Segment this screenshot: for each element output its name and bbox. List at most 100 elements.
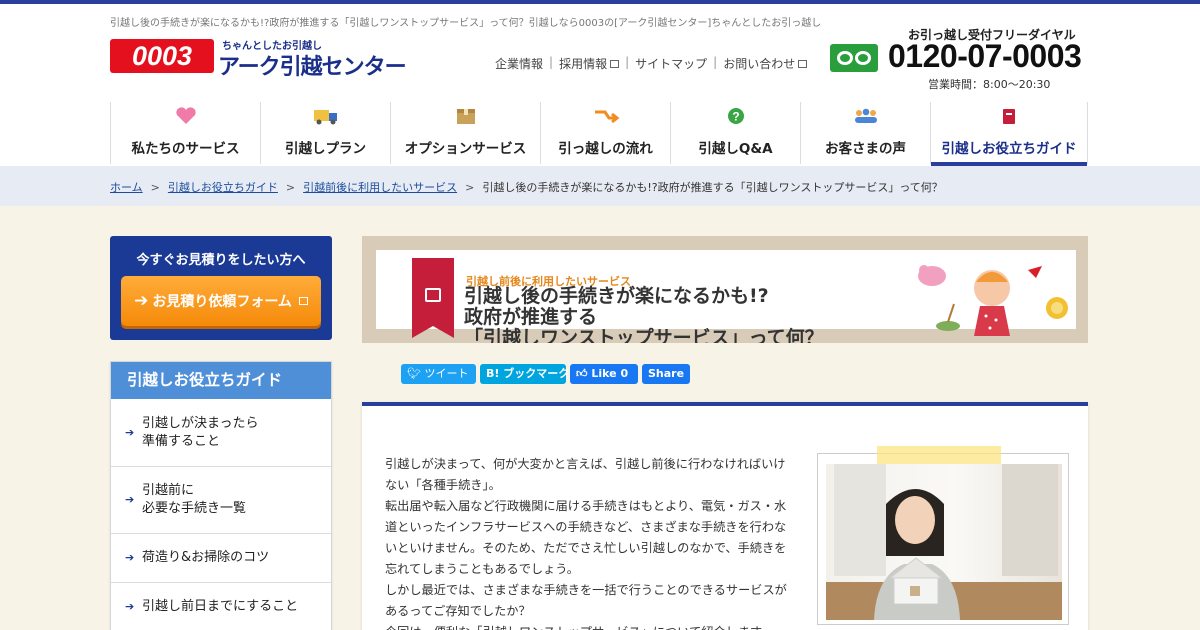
hatena-icon: B! (486, 367, 504, 380)
like-count: 0 (620, 367, 629, 380)
guide-item-label: 引越前に 必要な手続き一覧 (142, 483, 247, 516)
article-hero: 引越し前後に利用したいサービス 引越し後の手続きが楽になるかも!? 政府が推進す… (362, 236, 1088, 343)
nav-label: 私たちのサービス (131, 141, 240, 157)
article-paragraph: 今回は、便利な「引越しワンストップサービス」について紹介します。 (385, 622, 797, 630)
guide-item-label: 引越しが決まったら 準備すること (142, 415, 259, 449)
utility-link-sitemap[interactable]: サイトマップ (635, 55, 707, 72)
nav-item-plans[interactable]: 引越しプラン (260, 102, 390, 164)
breadcrumb-bar: ホーム > 引越しお役立ちガイド > 引越前後に利用したいサービス > 引越し後の手続きが楽… (0, 166, 1200, 206)
separator: | (549, 55, 554, 69)
nav-label: お客さまの声 (825, 141, 906, 157)
site-logo[interactable]: 0003 ちゃんとしたお引越し アーク引越センター (110, 37, 420, 80)
utility-link-contact-label: お問い合わせ (723, 57, 796, 71)
main-nav: 私たちのサービス 引越しプラン オプションサービス 引っ越しの流れ ? 引越しQ… (110, 102, 1088, 166)
hero-illustration (918, 265, 1068, 336)
nav-label: 引越しQ&A (698, 141, 773, 157)
guide-item-procedures[interactable]: ➔ 引越前に 必要な手続き一覧 (111, 467, 331, 534)
bookmark-ribbon-icon (412, 258, 454, 338)
article-paragraph: しかし最近では、さまざまな手続きを一括で行うことのできるサービスがあるってご存知… (385, 583, 787, 618)
tweet-button[interactable]: 🐦︎ ツイート (401, 364, 476, 384)
breadcrumb-current: 引越し後の手続きが楽になるかも!?政府が推進する「引越しワンストップサービス」っ… (482, 181, 943, 194)
guide-item-preparation[interactable]: ➔ 引越しが決まったら 準備すること (111, 399, 331, 467)
phone-number[interactable]: 0120-07-0003 (888, 38, 1082, 75)
separator: | (625, 55, 630, 69)
svg-text:?: ? (732, 110, 739, 124)
box-icon (455, 106, 477, 128)
breadcrumb: ホーム > 引越しお役立ちガイド > 引越前後に利用したいサービス > 引越し後の手続きが楽… (110, 179, 943, 195)
nav-item-services[interactable]: 私たちのサービス (110, 102, 260, 164)
site-tagline: 引越し後の手続きが楽になるかも!?政府が推進する「引越しワンストップサービス」っ… (110, 18, 822, 29)
facebook-like-button[interactable]: 👍︎ Like 0 (570, 364, 638, 384)
site-header: 引越し後の手続きが楽になるかも!?政府が推進する「引越しワンストップサービス」っ… (0, 4, 1200, 166)
hatena-bookmark-button[interactable]: B! ブックマーク (480, 364, 570, 384)
business-hours: 営業時間：8:00〜20:30 (928, 78, 1051, 91)
breadcrumb-guide[interactable]: 引越しお役立ちガイド (168, 181, 278, 194)
nav-label: 引っ越しの流れ (558, 141, 653, 157)
chevron-right-icon: ➔ (125, 425, 135, 439)
chevron-right-icon: ➔ (125, 493, 135, 506)
article-body: 引越しが決まって、何が大変かと言えば、引越し前後に行わなければいけない「各種手続… (362, 402, 1088, 630)
guide-item-label: 引越し前日までにすること (142, 599, 299, 614)
hero-title: 引越し後の手続きが楽になるかも!? 政府が推進する 「引越しワンストップサービス… (464, 285, 824, 344)
guide-item-label: 荷造り&お掃除のコツ (142, 550, 270, 565)
guide-item-packing[interactable]: ➔ 荷造り&お掃除のコツ (111, 534, 331, 583)
estimate-box: 今すぐお見積りをしたい方へ ➔ お見積り依頼フォーム (110, 236, 332, 340)
nav-item-options[interactable]: オプションサービス (390, 102, 540, 164)
utility-link-company[interactable]: 企業情報 (495, 55, 543, 72)
hero-title-line: 政府が推進する (464, 306, 598, 328)
twitter-bird-icon: 🐦︎ (407, 367, 425, 380)
separator: | (713, 55, 718, 69)
breadcrumb-separator: > (285, 181, 296, 194)
truck-icon (313, 106, 339, 128)
logo-number: 0003 (110, 39, 214, 73)
hatena-label: ブックマーク (503, 367, 570, 380)
guide-menu-title: 引越しお役立ちガイド (111, 362, 331, 399)
tweet-label: ツイート (424, 367, 469, 380)
masking-tape (877, 446, 1001, 464)
utility-links: 企業情報 | 採用情報 | サイトマップ | お問い合わせ (495, 55, 808, 72)
nav-label: オプションサービス (404, 141, 527, 157)
flow-arrow-icon (593, 106, 619, 128)
hero-title-line: 「引越しワンストップサービス」って何？ (464, 327, 824, 344)
article-paragraph: 転出届や転入届など行政機関に届ける手続きはもとより、電気・ガス・水道といったイン… (385, 499, 787, 576)
breadcrumb-separator: > (150, 181, 160, 194)
nav-label: 引越しプラン (285, 141, 366, 157)
freedial-icon (830, 44, 878, 72)
logo-company-name: アーク引越センター (218, 55, 407, 80)
estimate-form-label: お見積り依頼フォーム (152, 294, 292, 310)
article-photo-frame (817, 453, 1069, 625)
external-link-icon (610, 60, 620, 68)
nav-item-guide[interactable]: 引越しお役立ちガイド (930, 102, 1088, 166)
people-icon (852, 106, 880, 128)
thumbs-up-icon: 👍︎ (576, 367, 592, 380)
nav-label: 引越しお役立ちガイド (941, 141, 1077, 157)
article-photo (826, 464, 1062, 620)
nav-item-qa[interactable]: ? 引越しQ&A (670, 102, 800, 164)
breadcrumb-home[interactable]: ホーム (110, 181, 143, 194)
arrow-right-icon: ➔ (134, 291, 149, 311)
utility-link-contact[interactable]: お問い合わせ (723, 55, 808, 72)
estimate-title: 今すぐお見積りをしたい方へ (136, 253, 306, 268)
utility-link-recruit[interactable]: 採用情報 (559, 55, 620, 72)
like-label: Like (591, 367, 617, 380)
breadcrumb-category[interactable]: 引越前後に利用したいサービス (303, 181, 457, 194)
facebook-share-button[interactable]: Share (642, 364, 690, 384)
guide-menu: 引越しお役立ちガイド ➔ 引越しが決まったら 準備すること ➔ 引越前に 必要な手続… (110, 361, 332, 630)
article-paragraph: 引越しが決まって、何が大変かと言えば、引越し前後に行わなければいけない「各種手続… (385, 457, 786, 492)
article-text: 引越しが決まって、何が大変かと言えば、引越し前後に行わなければいけない「各種手続… (385, 454, 797, 630)
question-icon: ? (726, 106, 746, 128)
estimate-form-button[interactable]: ➔ お見積り依頼フォーム (121, 276, 321, 326)
chevron-right-icon: ➔ (125, 600, 135, 613)
utility-link-recruit-label: 採用情報 (559, 57, 608, 71)
hero-title-line: 引越し後の手続きが楽になるかも!? (464, 285, 769, 307)
nav-item-voices[interactable]: お客さまの声 (800, 102, 930, 164)
book-icon (999, 106, 1019, 128)
nav-item-flow[interactable]: 引っ越しの流れ (540, 102, 670, 164)
breadcrumb-separator: > (465, 181, 475, 194)
external-link-icon (798, 60, 808, 68)
chevron-right-icon: ➔ (125, 551, 135, 564)
guide-item-day-before[interactable]: ➔ 引越し前日までにすること (111, 583, 331, 630)
heart-icon (175, 106, 197, 128)
social-buttons: 🐦︎ ツイート B! ブックマーク 👍︎ Like 0 Share (401, 364, 690, 384)
external-link-icon (298, 297, 308, 305)
